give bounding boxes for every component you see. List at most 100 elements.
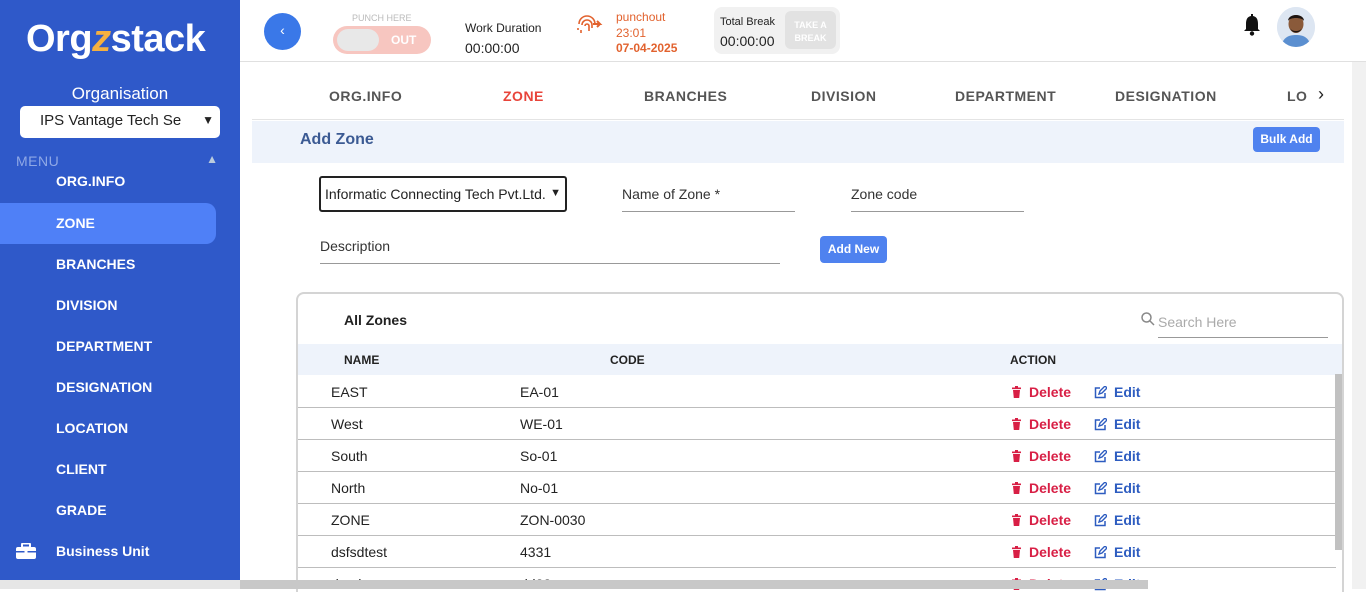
column-header-code[interactable]: CODE	[610, 353, 645, 367]
sidebar-item-label: ZONE	[56, 215, 95, 231]
zone-code-cell: 4331	[520, 544, 552, 560]
sidebar: Orgzstack Organisation IPS Vantage Tech …	[0, 0, 240, 589]
page-title: Add Zone	[300, 131, 374, 148]
tab-designation[interactable]: DESIGNATION	[1115, 88, 1217, 104]
column-header-action: ACTION	[1010, 353, 1056, 367]
table-row: West WE-01 Delete Edit	[298, 408, 1336, 440]
sidebar-item-department[interactable]: DEPARTMENT	[0, 326, 240, 367]
tab-department[interactable]: DEPARTMENT	[955, 88, 1056, 104]
punch-toggle[interactable]: OUT	[333, 26, 431, 54]
sidebar-item-grade[interactable]: GRADE	[0, 490, 240, 531]
sidebar-item-label: DIVISION	[56, 297, 118, 313]
chevron-down-icon: ▼	[202, 113, 214, 127]
edit-button[interactable]: Edit	[1094, 544, 1140, 560]
sidebar-item-client[interactable]: CLIENT	[0, 449, 240, 490]
delete-label: Delete	[1029, 448, 1072, 464]
add-new-button[interactable]: Add New	[820, 236, 887, 263]
sidebar-nav: ORG.INFO ZONE BRANCHES DIVISION DEPARTME…	[0, 170, 240, 572]
edit-icon	[1094, 386, 1107, 399]
tab-location[interactable]: LO	[1287, 88, 1307, 104]
work-duration-label: Work Duration	[465, 21, 542, 35]
org-tabs: ORG.INFO ZONE BRANCHES DIVISION DEPARTME…	[252, 72, 1344, 120]
app-logo: Orgzstack	[26, 18, 206, 60]
punch-here-label: PUNCH HERE	[352, 13, 412, 23]
company-select[interactable]: Informatic Connecting Tech Pvt.Ltd. ▼	[319, 176, 567, 212]
sidebar-item-zone[interactable]: ZONE	[0, 203, 216, 244]
sidebar-item-org-info[interactable]: ORG.INFO	[0, 170, 240, 190]
search-icon	[1141, 312, 1155, 326]
sidebar-item-label: DEPARTMENT	[56, 338, 153, 354]
bulk-add-button[interactable]: Bulk Add	[1253, 127, 1320, 152]
edit-label: Edit	[1114, 480, 1141, 496]
sidebar-item-branches[interactable]: BRANCHES	[0, 244, 240, 285]
punchout-time: 23:01	[616, 25, 647, 40]
take-a-break-button[interactable]: TAKE A BREAK	[785, 11, 836, 49]
delete-button[interactable]: Delete	[1011, 448, 1071, 464]
search-input[interactable]: Search Here	[1158, 308, 1328, 338]
sidebar-footer-strip	[0, 580, 240, 589]
zone-name-field[interactable]: Name of Zone *	[622, 176, 795, 212]
zone-name-cell: West	[331, 416, 363, 432]
sidebar-item-location[interactable]: LOCATION	[0, 408, 240, 449]
delete-button[interactable]: Delete	[1011, 512, 1071, 528]
sidebar-item-division[interactable]: DIVISION	[0, 285, 240, 326]
total-break-box: Total Break 00:00:00 TAKE A BREAK	[714, 7, 840, 54]
edit-label: Edit	[1114, 416, 1141, 432]
delete-button[interactable]: Delete	[1011, 544, 1071, 560]
zone-name-label: Name of Zone *	[622, 186, 721, 202]
trash-icon	[1012, 386, 1021, 398]
chevron-up-icon[interactable]: ▲	[206, 152, 218, 166]
edit-label: Edit	[1114, 512, 1141, 528]
edit-button[interactable]: Edit	[1094, 448, 1140, 464]
trash-icon	[1012, 546, 1021, 558]
edit-button[interactable]: Edit	[1094, 480, 1140, 496]
delete-label: Delete	[1029, 544, 1072, 560]
table-row: South So-01 Delete Edit	[298, 440, 1336, 472]
description-field[interactable]: Description	[320, 228, 780, 264]
sidebar-item-business-unit[interactable]: Business Unit	[0, 531, 240, 572]
zone-name-cell: North	[331, 480, 366, 496]
chevron-right-icon[interactable]: ›	[1318, 84, 1324, 105]
company-select-value: Informatic Connecting Tech Pvt.Ltd.	[325, 186, 546, 202]
back-button[interactable]: ‹	[264, 13, 301, 50]
delete-label: Delete	[1029, 512, 1072, 528]
edit-icon	[1094, 546, 1107, 559]
sidebar-item-label: GRADE	[56, 502, 107, 518]
edit-label: Edit	[1114, 384, 1141, 400]
horizontal-scrollbar[interactable]	[240, 580, 1148, 589]
edit-icon	[1094, 514, 1107, 527]
organisation-select[interactable]: IPS Vantage Tech Se ▼	[20, 106, 220, 138]
sidebar-item-label: CLIENT	[56, 461, 107, 477]
organisation-select-value: IPS Vantage Tech Se	[40, 112, 182, 129]
punchout-label: punchout	[616, 10, 666, 24]
edit-icon	[1094, 450, 1107, 463]
zone-name-cell: EAST	[331, 384, 368, 400]
column-header-name[interactable]: NAME	[344, 353, 379, 367]
table-scrollbar[interactable]	[1335, 374, 1342, 550]
table-body: EAST EA-01 Delete Edit West WE-01 Delete Edit So…	[298, 376, 1336, 592]
zone-name-cell: dsfsdtest	[331, 544, 388, 560]
edit-button[interactable]: Edit	[1094, 512, 1140, 528]
table-header: NAME CODE ACTION	[298, 344, 1342, 375]
edit-label: Edit	[1114, 448, 1141, 464]
zone-code-field[interactable]: Zone code	[851, 176, 1024, 212]
sidebar-item-designation[interactable]: DESIGNATION	[0, 367, 240, 408]
punch-state: OUT	[391, 33, 417, 47]
notification-bell-icon[interactable]	[1242, 14, 1262, 36]
trash-icon	[1012, 514, 1021, 526]
tab-org-info[interactable]: ORG.INFO	[329, 88, 402, 104]
tab-division[interactable]: DIVISION	[811, 88, 876, 104]
tab-branches[interactable]: BRANCHES	[644, 88, 727, 104]
sidebar-item-label: BRANCHES	[56, 256, 136, 272]
table-row: ZONE ZON-0030 Delete Edit	[298, 504, 1336, 536]
delete-button[interactable]: Delete	[1011, 416, 1071, 432]
trash-icon	[1012, 450, 1021, 462]
zone-code-cell: ZON-0030	[520, 512, 586, 528]
delete-button[interactable]: Delete	[1011, 480, 1071, 496]
delete-button[interactable]: Delete	[1011, 384, 1071, 400]
page-scrollbar-track[interactable]	[1352, 62, 1366, 589]
user-avatar[interactable]	[1277, 7, 1315, 47]
edit-button[interactable]: Edit	[1094, 384, 1140, 400]
edit-button[interactable]: Edit	[1094, 416, 1140, 432]
tab-zone[interactable]: ZONE	[503, 88, 544, 104]
